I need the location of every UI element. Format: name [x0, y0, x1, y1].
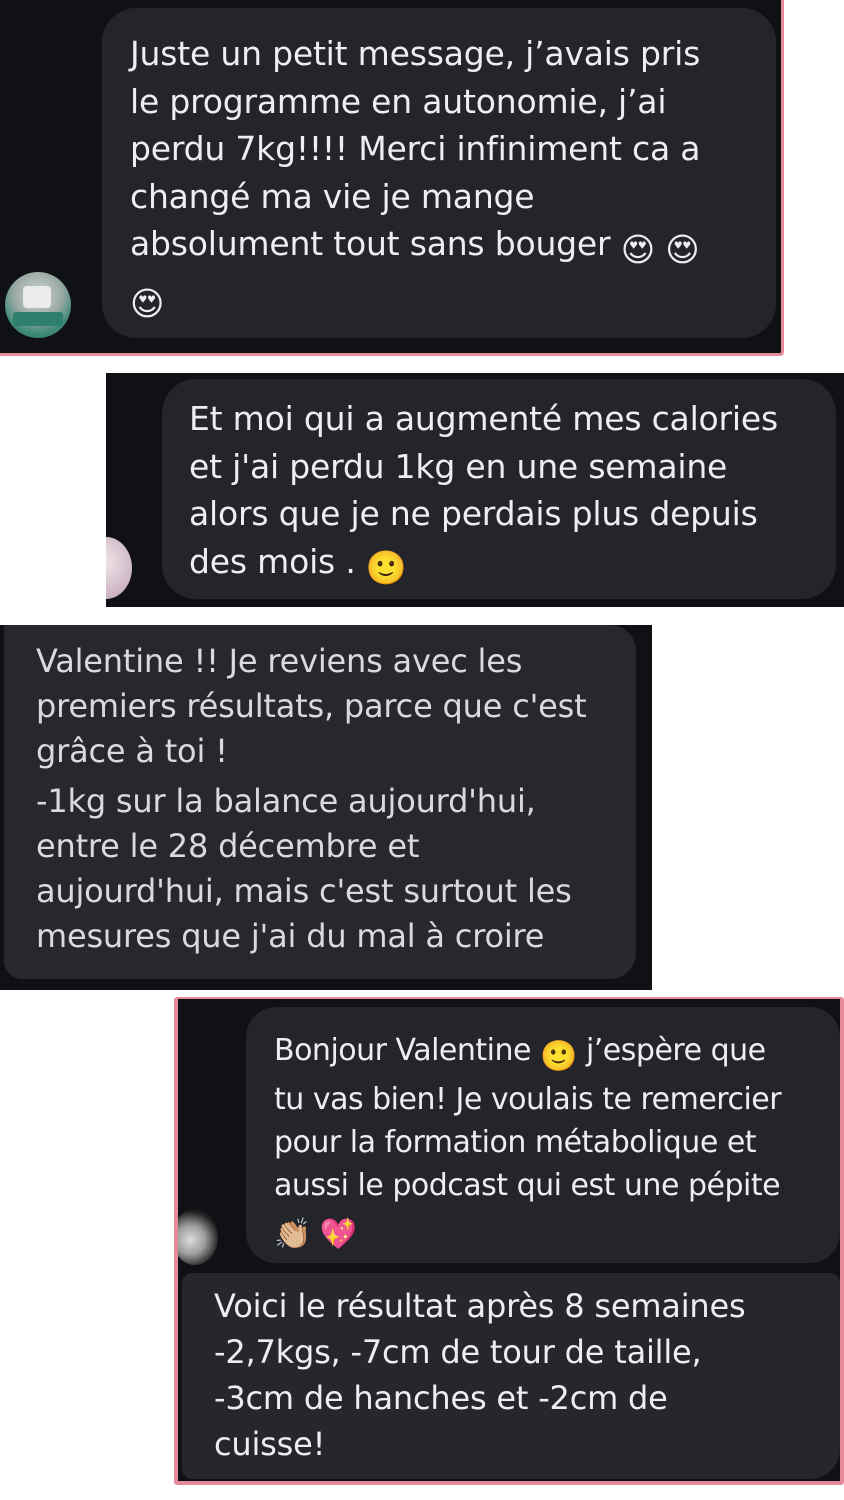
message-line: cuisse!	[214, 1425, 326, 1463]
message-line: 👏🏼 💖	[274, 1207, 826, 1256]
message-line: -1kg sur la balance aujourd'hui,	[36, 782, 536, 820]
sender-avatar[interactable]	[106, 537, 132, 599]
heart-eyes-emoji-icon: 😍	[620, 230, 655, 269]
message-line: et j'ai perdu 1kg en une semaine	[189, 446, 728, 486]
message-line: alors que je ne perdais plus depuis	[189, 494, 758, 533]
message-line: Bonjour Valentine 🙂 j’espère que	[274, 1029, 826, 1078]
message-bubble: Bonjour Valentine 🙂 j’espère que tu vas …	[246, 1007, 840, 1263]
heart-eyes-emoji-icon: 😍	[665, 230, 700, 269]
message-bubble: Voici le résultat après 8 semaines -2,7k…	[182, 1273, 840, 1479]
sender-avatar[interactable]	[5, 272, 71, 338]
testimonial-screenshot-1: Juste un petit message, j’avais pris le …	[0, 0, 784, 356]
testimonial-screenshot-2: Et moi qui a augmenté mes calories et j'…	[106, 373, 844, 607]
sender-avatar[interactable]	[178, 1209, 218, 1265]
clapping-hands-emoji-icon: 👏🏼	[274, 1217, 311, 1252]
message-line: entre le 28 décembre et	[36, 827, 420, 865]
message-line: des mois . 🙂	[189, 538, 816, 592]
message-line: 😍	[130, 274, 750, 328]
message-line: -3cm de hanches et -2cm de	[214, 1379, 668, 1417]
message-line: aujourd'hui, mais c'est surtout les	[36, 872, 572, 910]
message-line: aussi le podcast qui est une pépite	[274, 1168, 781, 1203]
message-line: pour la formation métabolique et	[274, 1125, 757, 1160]
sparkling-heart-emoji-icon: 💖	[319, 1217, 357, 1252]
message-line: tu vas bien! Je voulais te remercier	[274, 1082, 782, 1117]
message-line: Valentine !! Je reviens avec les	[36, 642, 523, 680]
message-bubble: Juste un petit message, j’avais pris le …	[102, 8, 776, 338]
message-line: premiers résultats, parce que c'est	[36, 687, 587, 725]
message-line: le programme en autonomie, j’ai	[130, 81, 667, 121]
message-bubble: Et moi qui a augmenté mes calories et j'…	[162, 379, 836, 599]
message-line: Voici le résultat après 8 semaines	[214, 1287, 746, 1325]
smiling-face-emoji-icon: 🙂	[540, 1039, 577, 1074]
message-line: Juste un petit message, j’avais pris	[130, 34, 701, 73]
testimonial-screenshot-4: Bonjour Valentine 🙂 j’espère que tu vas …	[174, 997, 844, 1485]
message-line: changé ma vie je mange	[130, 176, 535, 216]
message-line: absolument tout sans bouger 😍 😍	[130, 220, 750, 274]
message-line: Et moi qui a augmenté mes calories	[189, 399, 778, 438]
message-bubble: Valentine !! Je reviens avec les premier…	[4, 625, 636, 979]
message-line: grâce à toi !	[36, 732, 228, 770]
heart-eyes-emoji-icon: 😍	[130, 283, 165, 323]
testimonial-screenshot-3: Valentine !! Je reviens avec les premier…	[0, 625, 652, 990]
smiling-face-emoji-icon: 🙂	[365, 547, 407, 587]
message-line: mesures que j'ai du mal à croire	[36, 917, 545, 955]
message-line: -2,7kgs, -7cm de tour de taille,	[214, 1333, 702, 1371]
message-line: perdu 7kg!!!! Merci infiniment ca a	[130, 129, 701, 168]
